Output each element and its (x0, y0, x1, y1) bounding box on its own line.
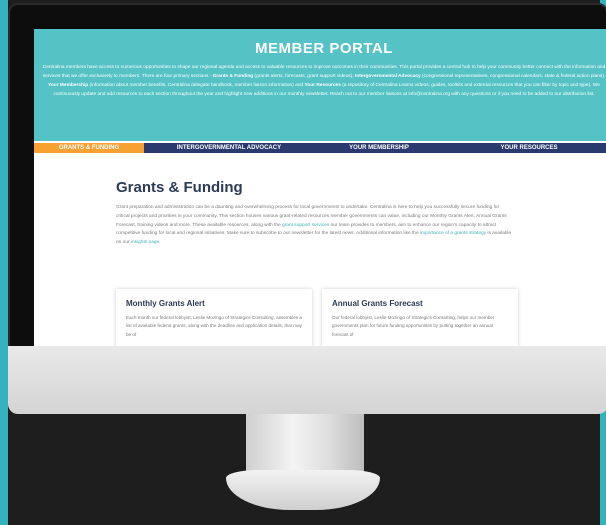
resources-mention: Your Resources (304, 83, 341, 88)
tab-your-resources[interactable]: YOUR RESOURCES (444, 143, 606, 153)
tab-intergovernmental-advocacy[interactable]: INTERGOVERNMENTAL ADVOCACY (144, 143, 314, 153)
portal-description-text: (grants alerts, forecasts, grant support… (253, 74, 356, 79)
card-title: Annual Grants Forecast (332, 299, 423, 308)
annual-grants-forecast-card[interactable]: Annual Grants Forecast Our federal lobby… (322, 289, 518, 347)
section-nav: GRANTS & FUNDING INTERGOVERNMENTAL ADVOC… (34, 143, 606, 153)
card-title: Monthly Grants Alert (126, 299, 205, 308)
page-title: MEMBER PORTAL (255, 40, 393, 57)
tab-your-membership[interactable]: YOUR MEMBERSHIP (314, 143, 444, 153)
tab-grants-funding[interactable]: GRANTS & FUNDING (34, 143, 144, 153)
grants-strategy-link[interactable]: importance of a grants strategy (420, 231, 486, 236)
monitor-chin (8, 346, 606, 414)
monitor-screen: MEMBER PORTAL Centralina members have ac… (34, 29, 606, 347)
grant-support-link[interactable]: grant support services (282, 223, 329, 228)
grants-funding-mention: Grants & Funding (212, 74, 254, 79)
member-portal-header: MEMBER PORTAL Centralina members have ac… (34, 29, 606, 141)
resource-cards: Monthly Grants Alert Each month our fede… (116, 289, 536, 347)
section-body-text: . (159, 240, 161, 246)
card-body: Our federal lobbyist, Leslie Mozingo of … (332, 315, 495, 337)
monthly-grants-alert-card[interactable]: Monthly Grants Alert Each month our fede… (116, 289, 312, 347)
membership-mention: Your Membership (48, 83, 89, 88)
portal-description-text: (information about member benefits, Cent… (88, 83, 305, 88)
monitor-stand-base (226, 470, 380, 510)
insights-page-link[interactable]: insights page (131, 240, 159, 245)
card-body: Each month our federal lobbyist, Leslie … (126, 315, 302, 337)
portal-description: Centralina members have access to numero… (34, 63, 606, 99)
background-teal-strip (0, 0, 8, 525)
advocacy-mention: Intergovernmental Advocacy (355, 74, 421, 79)
grants-section: Grants & Funding Grant preparation and a… (116, 179, 512, 248)
portal-description-text: (congressional representatives, congress… (420, 74, 606, 79)
section-title: Grants & Funding (116, 179, 243, 196)
monitor-bezel: MEMBER PORTAL Centralina members have ac… (8, 3, 606, 361)
section-body: Grant preparation and administration can… (116, 204, 512, 248)
